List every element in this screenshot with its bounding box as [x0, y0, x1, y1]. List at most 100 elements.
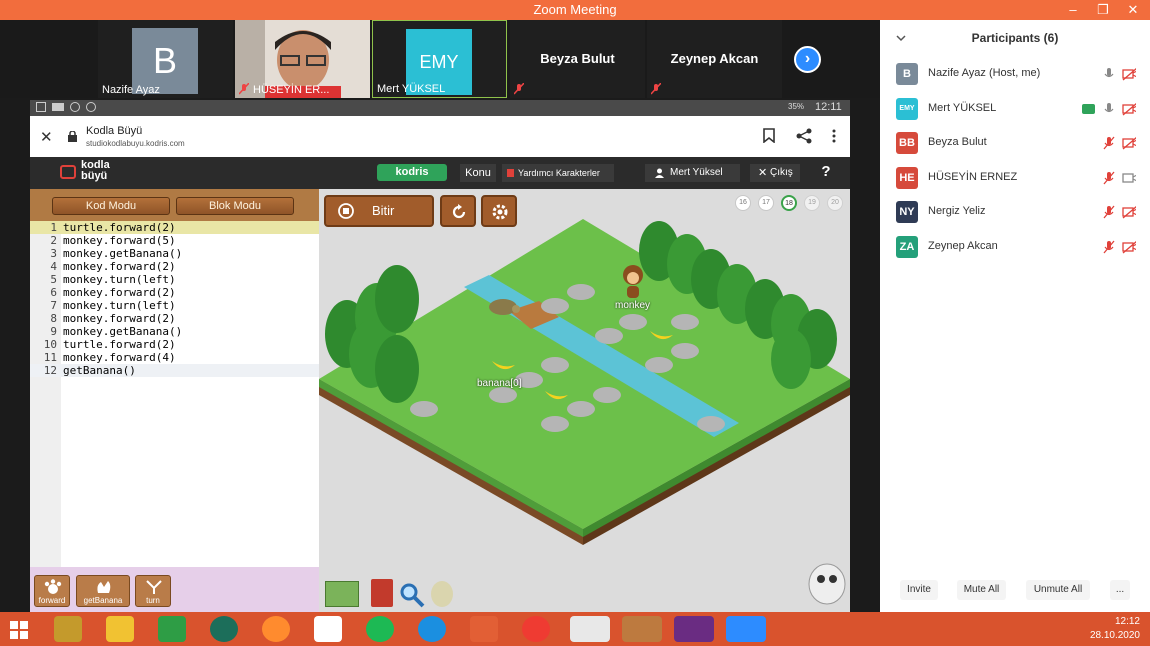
participant-avatar: EMY [896, 97, 918, 120]
invite-button[interactable]: Invite [900, 580, 938, 600]
yandex-icon[interactable] [314, 616, 342, 642]
more-vert-icon[interactable] [832, 128, 836, 144]
dictionary-icon[interactable] [371, 579, 393, 607]
video-off-icon[interactable] [1122, 67, 1136, 81]
hint-icon[interactable] [431, 581, 453, 607]
code-line[interactable]: 2 monkey.forward(5) [30, 234, 319, 247]
code-mode-button[interactable]: Kod Modu [52, 197, 170, 215]
code-line[interactable]: 8 monkey.forward(2) [30, 312, 319, 325]
zoom-app-icon[interactable] [726, 616, 766, 642]
minimize-button[interactable]: – [1058, 0, 1088, 20]
code-line[interactable]: 12 getBanana() [30, 364, 319, 377]
logout-button[interactable]: ✕ Çıkış [750, 164, 800, 182]
code-line[interactable]: 11 monkey.forward(4) [30, 351, 319, 364]
finish-button[interactable]: Bitir [324, 195, 434, 227]
file-explorer-icon[interactable] [106, 616, 134, 642]
taskbar-clock[interactable]: 12:12 28.10.2020 [1090, 615, 1140, 643]
archive-app-icon[interactable] [54, 616, 82, 642]
u-app-icon[interactable] [210, 616, 238, 642]
photos-icon[interactable] [470, 616, 498, 642]
logout-label: Çıkış [770, 167, 793, 178]
close-window-button[interactable]: ✕ [1118, 0, 1148, 20]
phone-status-bar: 35% 12:11 [30, 100, 850, 116]
participant-row[interactable]: B Nazife Ayaz (Host, me) [880, 58, 1150, 92]
topic-menu[interactable]: Konu [460, 164, 496, 182]
clock-date: 28.10.2020 [1089, 630, 1140, 641]
paw-icon [44, 579, 62, 594]
next-page-button[interactable]: › [794, 46, 821, 73]
mic-icon[interactable] [1102, 102, 1116, 116]
level-18[interactable]: 18 [781, 195, 797, 211]
muted-mic-icon[interactable] [1102, 136, 1116, 150]
muted-mic-icon[interactable] [1102, 171, 1116, 185]
code-editor[interactable]: 1 turtle.forward(2) 2 monkey.forward(5) 3 mon… [30, 221, 319, 567]
close-tab-icon[interactable]: ✕ [40, 128, 53, 146]
spotify-icon[interactable] [366, 616, 394, 642]
firefox-icon[interactable] [262, 616, 290, 642]
paint-icon[interactable] [622, 616, 662, 642]
line-number: 2 [50, 234, 57, 247]
mic-icon[interactable] [1102, 67, 1116, 81]
code-line[interactable]: 1 turtle.forward(2) [30, 221, 319, 234]
unmute-all-button[interactable]: Unmute All [1026, 580, 1090, 600]
video-off-icon[interactable] [1122, 102, 1136, 116]
code-line[interactable]: 6 monkey.forward(2) [30, 286, 319, 299]
store-icon[interactable] [158, 616, 186, 642]
bookmark-icon[interactable] [763, 128, 775, 143]
code-line[interactable]: 5 monkey.turn(left) [30, 273, 319, 286]
level-19[interactable]: 19 [804, 195, 820, 211]
block-mode-button[interactable]: Blok Modu [176, 197, 294, 215]
mute-all-button[interactable]: Mute All [957, 580, 1006, 600]
participant-row[interactable]: NY Nergiz Yeliz [880, 196, 1150, 230]
video-tile-huseyin[interactable]: HÜSEYİN ER... [235, 20, 370, 98]
video-off-icon[interactable] [1122, 136, 1136, 150]
tile-name: Beyza Bulut [540, 51, 615, 66]
helpers-label: Yardımcı Karakterler [518, 168, 600, 178]
muted-mic-icon[interactable] [1102, 240, 1116, 254]
turn-block[interactable]: turn [135, 575, 171, 607]
share-icon[interactable] [796, 128, 812, 144]
video-icon[interactable] [1122, 171, 1136, 185]
level-20[interactable]: 20 [827, 195, 843, 211]
video-tile-beyza[interactable]: Beyza Bulut [510, 20, 645, 98]
video-tile-nazife[interactable]: B Nazife Ayaz [98, 20, 233, 98]
participant-row[interactable]: EMY Mert YÜKSEL [880, 93, 1150, 127]
helpers-menu[interactable]: Yardımcı Karakterler [502, 164, 614, 182]
code-line[interactable]: 3 monkey.getBanana() [30, 247, 319, 260]
video-tile-zeynep[interactable]: Zeynep Akcan [647, 20, 782, 98]
code-line[interactable]: 7 monkey.turn(left) [30, 299, 319, 312]
page-url[interactable]: studiokodlabuyu.kodris.com [86, 139, 185, 148]
video-off-icon[interactable] [1122, 240, 1136, 254]
video-tile-mert[interactable]: EMY Mert YÜKSEL [372, 20, 507, 98]
windows-start-icon[interactable] [10, 621, 28, 639]
line-number: 1 [50, 221, 57, 234]
getbanana-block[interactable]: getBanana [76, 575, 130, 607]
user-menu[interactable]: Mert Yüksel [645, 164, 740, 182]
system-tray-icons[interactable] [948, 623, 1058, 635]
code-line[interactable]: 4 monkey.forward(2) [30, 260, 319, 273]
reset-button[interactable] [440, 195, 476, 227]
participant-row[interactable]: BB Beyza Bulut [880, 127, 1150, 161]
participant-row[interactable]: HE HÜSEYİN ERNEZ [880, 162, 1150, 196]
pdf-icon[interactable] [674, 616, 714, 642]
participant-row[interactable]: ZA Zeynep Akcan [880, 231, 1150, 265]
forward-block[interactable]: forward [34, 575, 70, 607]
level-17[interactable]: 17 [758, 195, 774, 211]
game-canvas[interactable]: monkey banana[0] Bitir 16 17 18 19 20 [319, 189, 850, 612]
screen-recorder-icon[interactable] [522, 616, 550, 642]
help-button[interactable]: ? [815, 163, 837, 183]
lock-icon [68, 131, 77, 142]
level-16[interactable]: 16 [735, 195, 751, 211]
code-line[interactable]: 9 monkey.getBanana() [30, 325, 319, 338]
muted-mic-icon[interactable] [1102, 205, 1116, 219]
restore-button[interactable]: ❐ [1088, 0, 1118, 20]
video-off-icon[interactable] [1122, 205, 1136, 219]
code-line[interactable]: 10 turtle.forward(2) [30, 338, 319, 351]
more-options-button[interactable]: ... [1110, 580, 1130, 600]
line-text: turtle.forward(2) [63, 221, 176, 234]
chrome-icon[interactable] [570, 616, 610, 642]
settings-button[interactable] [481, 195, 517, 227]
magnifier-icon[interactable] [399, 582, 425, 608]
map-icon[interactable] [325, 581, 359, 607]
internet-explorer-icon[interactable] [418, 616, 446, 642]
